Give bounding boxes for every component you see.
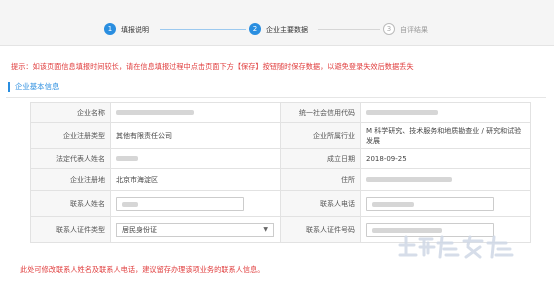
id-type-select[interactable]: 居民身份证 ▼	[116, 222, 274, 237]
step-1-label: 填报说明	[121, 26, 149, 34]
table-row: 法定代表人姓名 成立日期 2018-09-25	[30, 148, 531, 169]
credit-code-value	[360, 102, 531, 123]
id-type-cell: 居民身份证 ▼	[110, 216, 281, 243]
step-1-indicator: 1	[104, 23, 116, 35]
id-type-value: 居民身份证	[122, 225, 157, 234]
section-title: 企业基本信息	[8, 82, 59, 92]
table-row: 企业注册地 北京市海淀区 住所	[30, 168, 531, 191]
step-2-label: 企业主要数据	[266, 26, 308, 34]
reg-place-label: 企业注册地	[30, 168, 111, 191]
step-connector-2	[318, 29, 380, 30]
logo-watermark	[398, 235, 514, 259]
legal-rep-value	[110, 148, 281, 169]
step-2-indicator: 2	[249, 23, 261, 35]
industry-value: M 科学研究、技术服务和地质勘查业 / 研究和试验发展	[360, 122, 531, 149]
contact-edit-note: 此处可修改联系人姓名及联系人电话，建议留存办理该项业务的联系人信息。	[20, 265, 265, 274]
table-row: 企业名称 统一社会信用代码	[30, 102, 531, 123]
table-row: 企业注册类型 其他有限责任公司 企业所属行业 M 科学研究、技术服务和地质勘查业…	[30, 122, 531, 149]
caret-down-icon: ▼	[263, 225, 268, 233]
step-3-label: 自评结果	[400, 26, 428, 34]
company-info-table: 企业名称 统一社会信用代码 企业注册类型 其他有限责任公司 企业所属行业 M 科…	[30, 102, 531, 243]
contact-phone-label: 联系人电话	[280, 190, 361, 217]
contact-name-cell	[110, 190, 281, 217]
address-value	[360, 168, 531, 191]
company-name-value	[110, 102, 281, 123]
reg-type-value: 其他有限责任公司	[110, 122, 281, 149]
reg-place-value: 北京市海淀区	[110, 168, 281, 191]
reg-type-label: 企业注册类型	[30, 122, 111, 149]
company-name-label: 企业名称	[30, 102, 111, 123]
credit-code-label: 统一社会信用代码	[280, 102, 361, 123]
save-tip: 提示：如该页面信息填报时间较长，请在信息填报过程中点击页面下方【保存】按钮随时保…	[11, 62, 414, 71]
step-progress-bar: 1 填报说明 2 企业主要数据 3 自评结果	[0, 0, 554, 46]
contact-name-label: 联系人姓名	[30, 190, 111, 217]
contact-phone-input[interactable]	[366, 196, 494, 211]
step-connector-1	[160, 29, 246, 30]
industry-label: 企业所属行业	[280, 122, 361, 149]
legal-rep-label: 法定代表人姓名	[30, 148, 111, 169]
id-type-label: 联系人证件类型	[30, 216, 111, 243]
section-divider	[6, 97, 546, 98]
contact-name-input[interactable]	[116, 196, 244, 211]
contact-phone-cell	[360, 190, 531, 217]
id-number-label: 联系人证件号码	[280, 216, 361, 243]
founded-date-label: 成立日期	[280, 148, 361, 169]
address-label: 住所	[280, 168, 361, 191]
table-row: 联系人姓名 联系人电话	[30, 190, 531, 217]
founded-date-value: 2018-09-25	[360, 148, 531, 169]
step-3-indicator: 3	[383, 23, 395, 35]
